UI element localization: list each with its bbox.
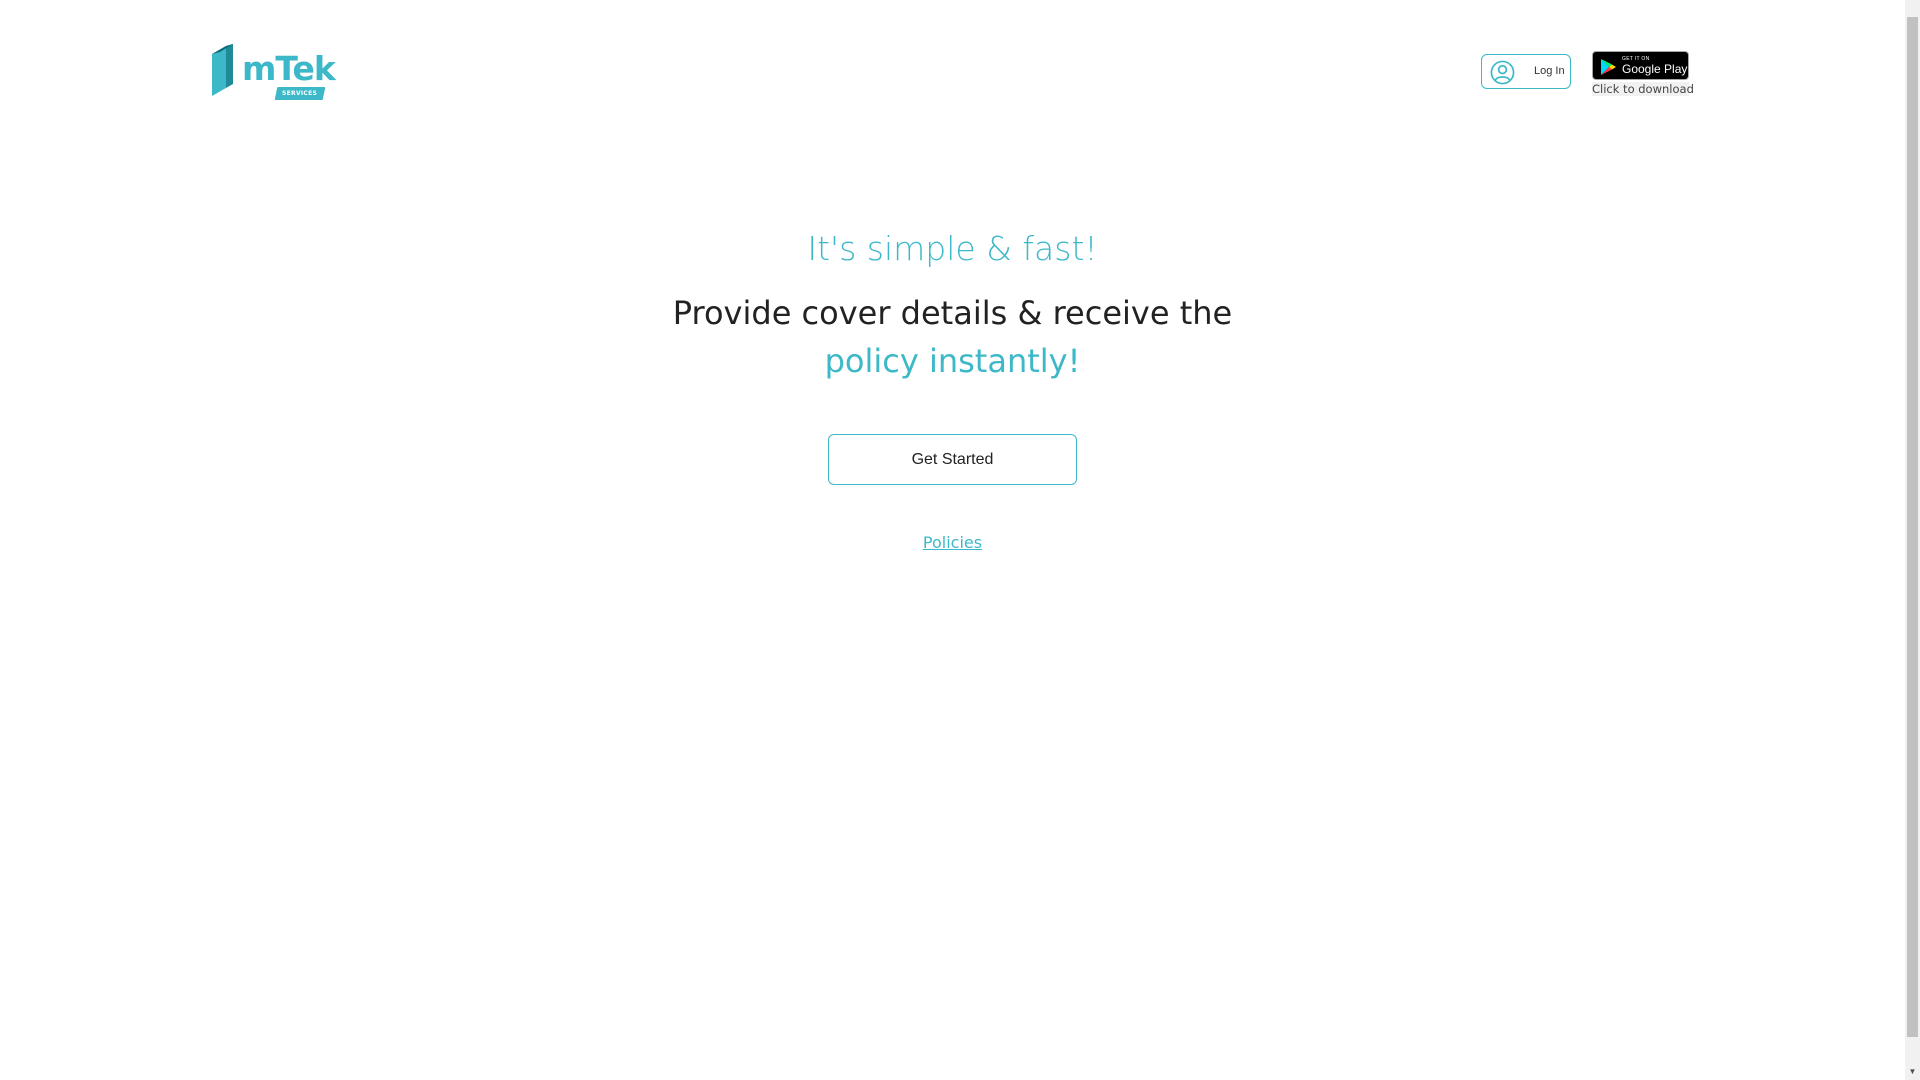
play-triangle-icon [1601,59,1616,75]
brand-name: mTek [242,49,336,88]
google-play-caption: Click to download [1592,82,1694,96]
brand-logo[interactable]: mTek SERVICES [212,44,336,104]
landing-page: mTek SERVICES Log In GET IT ON Google Pl… [0,0,1905,1080]
login-button[interactable]: Log In [1481,54,1571,89]
policies-link-text[interactable]: Policies [923,533,982,552]
get-started-button[interactable]: Get Started [828,434,1077,485]
google-play-badge[interactable]: GET IT ON Google Play [1592,51,1689,80]
hero-title: It's simple & fast! [807,229,1098,268]
brand-badge-label: SERVICES [282,90,318,97]
hero-subtitle-accent: policy instantly! [824,342,1081,380]
scrollbar-thumb[interactable] [1907,17,1918,1037]
user-circle-icon [1490,60,1515,85]
hero-subtitle-text: Provide cover details & receive the [672,294,1233,332]
policies-link: Policies [0,533,1905,552]
hero-subtitle: Provide cover details & receive the poli… [652,289,1253,385]
google-play-store-name: Google Play [1622,62,1688,76]
chevron-down-icon[interactable]: ▼ [1905,1063,1920,1080]
vertical-scrollbar[interactable]: ▼ [1905,0,1920,1080]
google-play-download[interactable]: GET IT ON Google Play Click to download [1592,51,1694,96]
login-label: Log In [1534,65,1565,77]
brand-badge: SERVICES [274,87,326,100]
